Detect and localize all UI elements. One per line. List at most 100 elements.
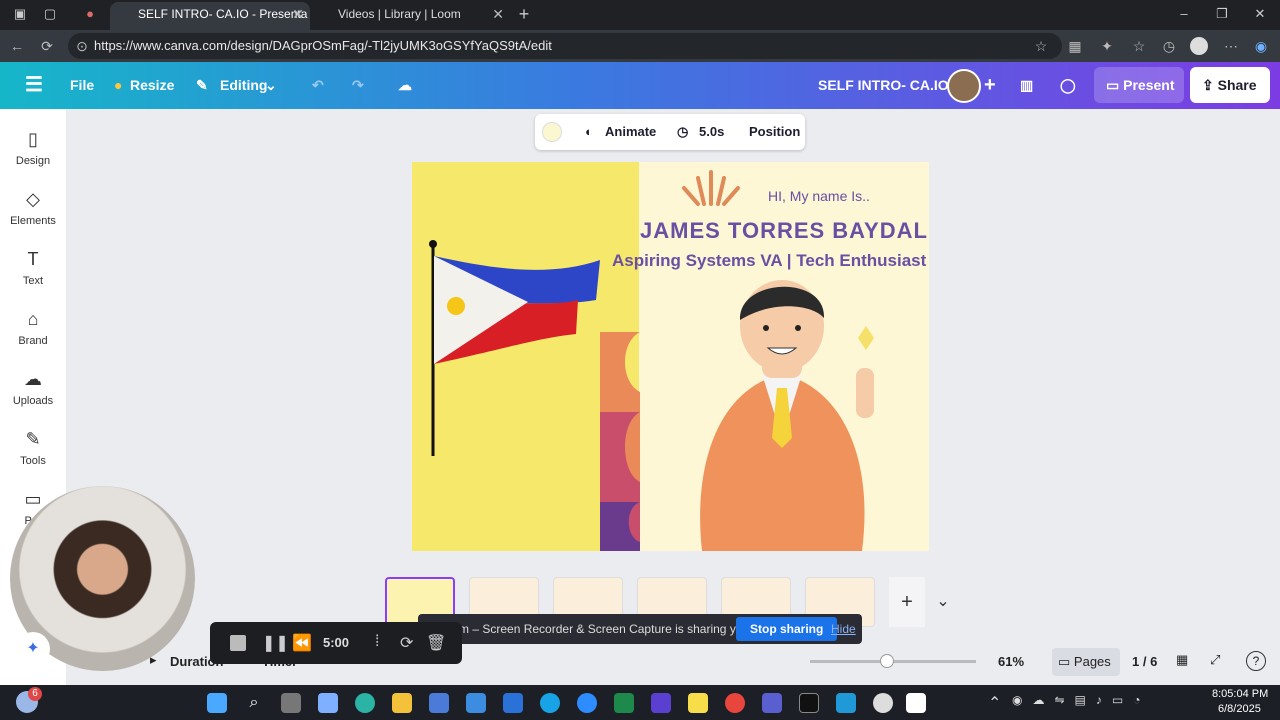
teams-icon[interactable] — [762, 693, 782, 713]
favorites-bar-icon[interactable]: ☆ — [1130, 38, 1148, 54]
boy-thumbs-up-illustration — [700, 280, 874, 551]
sidebar-item-design[interactable]: ▯ Design — [0, 129, 66, 167]
edge-icon[interactable] — [355, 693, 375, 713]
animate-button[interactable]: Animate — [605, 124, 656, 139]
browser-tab-strip: ▣ ▢ ● SELF INTRO- CA.IO - Presenta ✕ Vid… — [0, 0, 1280, 30]
audio-app-icon[interactable] — [651, 693, 671, 713]
share-upload-icon: ⇪ — [1202, 77, 1214, 93]
app-icon[interactable] — [466, 693, 486, 713]
color-swatch[interactable] — [542, 122, 562, 142]
chevron-down-icon[interactable]: ⌄ — [930, 577, 956, 627]
app-icon[interactable] — [906, 693, 926, 713]
present-button[interactable]: ▭ Present — [1094, 67, 1184, 103]
file-explorer-icon[interactable] — [392, 693, 412, 713]
editing-mode-button[interactable]: Editing — [220, 62, 267, 109]
stop-sharing-button[interactable]: Stop sharing — [736, 617, 838, 641]
slide-tagline[interactable]: Aspiring Systems VA | Tech Enthusiast — [612, 251, 926, 271]
add-collaborator-icon[interactable]: + — [984, 62, 996, 109]
sidebar-item-tools[interactable]: ✎ Tools — [0, 429, 66, 467]
zoom-icon[interactable] — [577, 693, 597, 713]
tab-canva[interactable]: SELF INTRO- CA.IO - Presenta ✕ — [110, 2, 310, 30]
reload-icon[interactable]: ⟳ — [38, 38, 56, 54]
tray-icons[interactable]: ◉☁⇋▤♪▭◔ — [1012, 693, 1150, 707]
tab-actions-icon[interactable]: ▢ — [42, 6, 58, 22]
fullscreen-icon[interactable]: ⤢ — [1210, 652, 1220, 668]
close-tab-icon[interactable]: ✕ — [292, 2, 304, 26]
delete-icon[interactable]: 🗑 — [426, 633, 446, 653]
zoom-slider[interactable] — [810, 654, 976, 668]
share-button[interactable]: ⇪ Share — [1190, 67, 1270, 103]
pause-icon[interactable]: ❚❚ — [262, 633, 289, 653]
close-window-icon[interactable]: ✕ — [1252, 6, 1268, 22]
slide-canvas[interactable]: HI, My name Is.. JAMES TORRES BAYDAL Asp… — [412, 162, 929, 551]
url-field[interactable]: https://www.canva.com/design/DAGprOSmFag… — [68, 33, 1062, 59]
tray-chevron-icon[interactable]: ⌃ — [988, 693, 1001, 713]
zoom-slider-handle[interactable] — [880, 654, 894, 668]
skype-icon[interactable] — [540, 693, 560, 713]
hide-link[interactable]: Hide — [831, 614, 856, 644]
rewind-icon[interactable]: ⏪ — [292, 633, 312, 653]
close-tab-icon[interactable]: ✕ — [492, 2, 504, 26]
extensions-icon[interactable]: ▦ — [1066, 38, 1084, 54]
brand-icon: ⌂ — [27, 309, 39, 329]
pages-button[interactable]: ▭ Pages — [1052, 648, 1120, 676]
obs-icon[interactable] — [873, 693, 893, 713]
redo-icon[interactable]: ↷ — [352, 62, 364, 109]
duration-button[interactable]: 5.0s — [699, 124, 724, 139]
task-view-icon[interactable] — [281, 693, 301, 713]
philippine-flag — [429, 240, 600, 456]
add-page-icon[interactable]: + — [889, 577, 925, 627]
sticky-notes-icon[interactable] — [688, 693, 708, 713]
record-icon[interactable]: ● — [82, 6, 98, 22]
mail-app-icon[interactable] — [429, 693, 449, 713]
workspaces-icon[interactable]: ▣ — [12, 6, 28, 22]
present-screen-icon: ▭ — [1106, 77, 1120, 93]
more-icon[interactable]: ⋯ — [1222, 38, 1240, 54]
slide-greeting[interactable]: HI, My name Is.. — [768, 188, 870, 204]
store-icon[interactable] — [503, 693, 523, 713]
sidebar-item-text[interactable]: T Text — [0, 249, 66, 287]
tab-loom[interactable]: Videos | Library | Loom ✕ — [310, 2, 510, 30]
zoom-level[interactable]: 61% — [998, 654, 1024, 669]
chrome-icon[interactable] — [725, 693, 745, 713]
chevron-down-icon[interactable]: ⌄ — [265, 62, 277, 109]
collaborator-avatar[interactable] — [947, 69, 981, 103]
sidebar-item-uploads[interactable]: ☁ Uploads — [0, 369, 66, 407]
design-title[interactable]: SELF INTRO- CA.IO — [818, 62, 949, 109]
insights-chart-icon[interactable]: ▥ — [1020, 62, 1033, 109]
page-counter[interactable]: 1 / 6 — [1132, 654, 1157, 669]
capcut-icon[interactable] — [799, 693, 819, 713]
clock-time[interactable]: 8:05:04 PM — [1212, 688, 1268, 700]
grid-view-icon[interactable]: ▦ — [1176, 652, 1188, 668]
position-button[interactable]: Position — [749, 124, 800, 139]
effects-icon[interactable]: ✦ — [16, 632, 50, 666]
sidebar-item-brand[interactable]: ⌂ Brand — [0, 309, 66, 347]
profile-icon[interactable] — [1190, 37, 1208, 55]
favorite-icon[interactable]: ☆ — [1032, 38, 1050, 54]
cloud-sync-icon[interactable]: ☁ — [398, 62, 412, 109]
undo-icon[interactable]: ↶ — [312, 62, 324, 109]
history-icon[interactable]: ◷ — [1160, 38, 1178, 54]
excel-icon[interactable] — [614, 693, 634, 713]
comment-icon[interactable]: ◯ — [1060, 62, 1076, 109]
back-icon[interactable]: ← — [8, 38, 26, 54]
file-menu[interactable]: File — [70, 62, 94, 109]
clock-date[interactable]: 6/8/2025 — [1218, 703, 1261, 715]
restart-icon[interactable]: ⟳ — [400, 633, 413, 653]
maximize-icon[interactable]: ❐ — [1214, 6, 1230, 22]
help-icon[interactable]: ? — [1246, 651, 1266, 671]
minimize-icon[interactable]: – — [1176, 6, 1192, 22]
canva-app-icon[interactable] — [836, 693, 856, 713]
slide-name-heading[interactable]: JAMES TORRES BAYDAL — [640, 218, 928, 244]
sidebar-item-elements[interactable]: ◇ Elements — [0, 189, 66, 227]
search-icon[interactable]: ⌕ — [244, 693, 264, 713]
stop-recording-icon[interactable] — [230, 635, 246, 651]
puzzle-icon[interactable]: ✦ — [1098, 38, 1116, 54]
new-tab-icon[interactable]: + — [516, 5, 532, 23]
copilot-icon[interactable]: ◉ — [1252, 38, 1270, 54]
menu-icon[interactable]: ☰ — [25, 62, 43, 109]
grid-icon[interactable]: ⁞ — [375, 633, 379, 651]
copilot-app-icon[interactable] — [318, 693, 338, 713]
resize-button[interactable]: Resize — [130, 62, 174, 109]
start-icon[interactable] — [207, 693, 227, 713]
